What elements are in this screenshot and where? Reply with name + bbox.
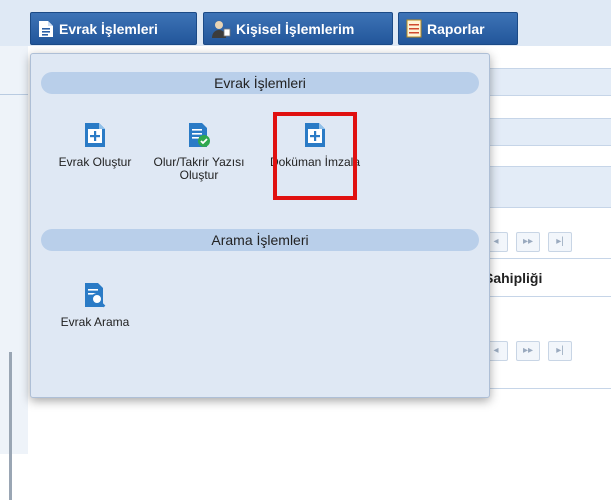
menu-item-olur-takrir-yazisi-olustur[interactable]: Olur/Takrir Yazısı Oluştur — [153, 122, 245, 182]
menu-evrak-islemleri-button[interactable]: Evrak İşlemleri — [30, 12, 197, 45]
menu-kisisel-islemlerim-label: Kişisel İşlemlerim — [236, 20, 355, 37]
document-plus-icon — [83, 122, 107, 148]
content-row — [480, 166, 611, 208]
evrak-islemleri-dropdown: Evrak İşlemleri Evrak Oluştur Olur/Takri… — [30, 53, 490, 398]
content-row — [480, 118, 611, 146]
pager: ◂ ▸▸ ▸| — [484, 229, 580, 255]
divider — [480, 388, 611, 389]
document-search-icon — [83, 282, 107, 308]
pager-last-button[interactable]: ▸| — [548, 341, 572, 361]
pager-next-button[interactable]: ▸▸ — [516, 341, 540, 361]
menu-item-label: Evrak Arama — [60, 315, 130, 329]
highlight-box — [273, 112, 357, 200]
column-header: Sahipliği — [484, 270, 543, 286]
report-icon — [406, 19, 422, 38]
pager-next-button[interactable]: ▸▸ — [516, 232, 540, 252]
menu-item-evrak-olustur[interactable]: Evrak Oluştur — [49, 122, 141, 169]
menu-item-label: Evrak Oluştur — [58, 155, 132, 169]
divider — [0, 94, 28, 95]
document-approve-icon — [187, 122, 211, 148]
menu-kisisel-islemlerim-button[interactable]: Kişisel İşlemlerim — [203, 12, 393, 45]
top-menu-bar: Evrak İşlemleri Kişisel İşlemlerim Rapor… — [0, 0, 611, 47]
pager-last-button[interactable]: ▸| — [548, 232, 572, 252]
content-row — [480, 68, 611, 96]
menu-item-evrak-arama[interactable]: Evrak Arama — [49, 282, 141, 329]
menu-evrak-islemleri-label: Evrak İşlemleri — [59, 20, 158, 37]
pager: ◂ ▸▸ ▸| — [484, 338, 580, 364]
divider — [480, 296, 611, 297]
scrollbar[interactable] — [9, 352, 12, 500]
left-sidebar — [0, 46, 29, 500]
section-header-arama-islemleri: Arama İşlemleri — [41, 229, 479, 251]
user-icon — [211, 19, 231, 39]
menu-raporlar-label: Raporlar — [427, 20, 485, 37]
menu-raporlar-button[interactable]: Raporlar — [398, 12, 518, 45]
divider — [480, 258, 611, 259]
menu-item-label: Olur/Takrir Yazısı Oluştur — [153, 155, 245, 182]
section-header-evrak-islemleri: Evrak İşlemleri — [41, 72, 479, 94]
document-icon — [38, 20, 54, 38]
